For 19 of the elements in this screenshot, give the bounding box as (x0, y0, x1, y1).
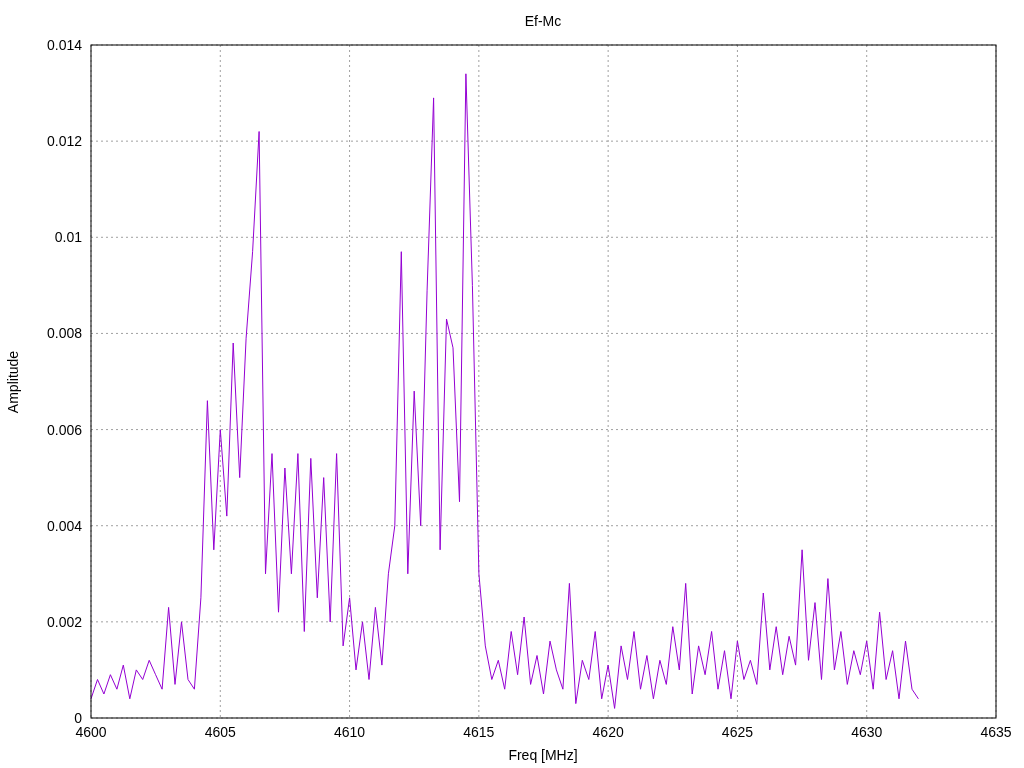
tick-label: 4625 (721, 724, 753, 740)
tick-label: 0.008 (46, 325, 82, 342)
tick-label: 4630 (851, 724, 883, 740)
tick-label: 4610 (334, 724, 366, 740)
tick-label: 4605 (204, 724, 236, 740)
tick-label: 4615 (463, 724, 495, 740)
tick-label: 0.01 (54, 229, 82, 246)
tick-label: 4635 (980, 724, 1012, 740)
tick-label: 0 (74, 710, 82, 726)
tick-label: 0.004 (46, 517, 82, 534)
tick-label: 4600 (75, 724, 107, 740)
tick-label: 4620 (592, 724, 624, 740)
y-axis-label: Amplitude (5, 350, 21, 414)
chart-title: Ef-Mc (524, 13, 562, 29)
x-axis-label: Freq [MHz] (508, 747, 578, 763)
tick-label: 0.012 (46, 133, 82, 150)
tick-label: 0.006 (46, 421, 82, 438)
tick-label: 0.014 (46, 37, 82, 53)
tick-label: 0.002 (46, 613, 82, 630)
